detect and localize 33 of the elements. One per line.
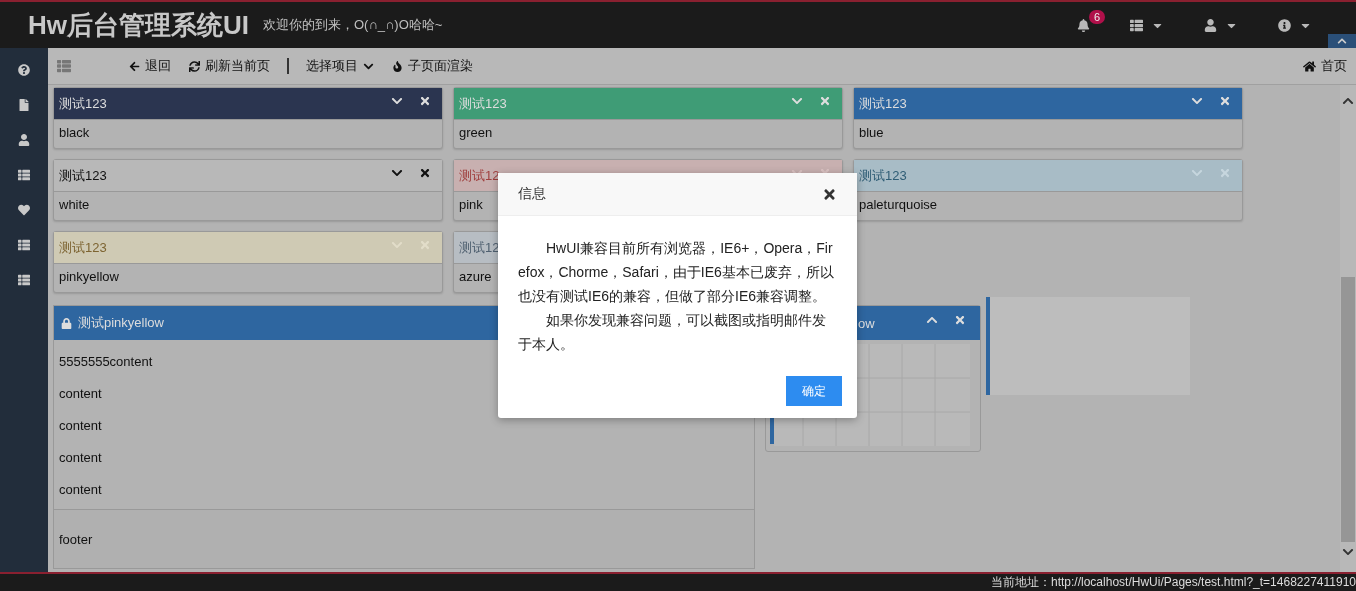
panel-title: ow <box>858 315 875 331</box>
welcome-text: 欢迎你的到来，O(∩_∩)O哈哈~ <box>263 16 443 34</box>
panel-title: 测试123 <box>59 94 107 113</box>
logo: Hw后台管理系统UI <box>28 8 249 42</box>
address-text: 当前地址：http://localhost/HwUi/Pages/test.html?_t=1468227411910 <box>991 574 1356 591</box>
panel-title: 测试123 <box>59 238 107 257</box>
panel-text: white <box>59 197 90 214</box>
panel-title: 测试123 <box>59 166 107 185</box>
content-line: content <box>59 482 102 499</box>
dialog-message: 如果你发现兼容问题，可以截图或指明邮件发于本人。 <box>518 311 827 354</box>
panel-text: pinkyellow <box>59 269 119 286</box>
content-line: 5555555content <box>59 354 153 371</box>
home-link[interactable]: 首页 <box>1294 57 1356 75</box>
content-line: content <box>59 450 102 467</box>
panel-title: 测试123 <box>459 94 507 113</box>
content-line: content <box>59 386 102 403</box>
panel-title: 测试123 <box>859 94 907 113</box>
panel-title: 测试123 <box>859 166 907 185</box>
panel-text: blue <box>859 125 884 142</box>
panel-text: pink <box>459 197 483 214</box>
dialog-message: HwUI兼容目前所有浏览器，IE6+，Opera，Firefox，Chorme，Safari，由于IE6基本已废弃，所以也没有测试IE6的兼容，但做了部分IE6兼容调整。 <box>518 239 835 306</box>
panel-title: 测试pinkyellow <box>78 314 164 332</box>
panel-text: azure <box>459 269 492 286</box>
panel-text: paleturquoise <box>859 197 938 214</box>
notification-badge: 6 <box>1089 10 1106 24</box>
toolbar-button[interactable]: 退回 <box>120 57 180 75</box>
dialog-title: 信息 <box>518 185 546 203</box>
panel-text: green <box>459 125 493 142</box>
toolbar-button[interactable]: 选择项目 <box>297 57 383 75</box>
content-line: content <box>59 418 102 435</box>
panel-text: black <box>59 125 90 142</box>
toolbar-button[interactable]: 子页面渲染 <box>383 57 482 75</box>
toolbar-button[interactable]: 刷新当前页 <box>180 57 279 75</box>
